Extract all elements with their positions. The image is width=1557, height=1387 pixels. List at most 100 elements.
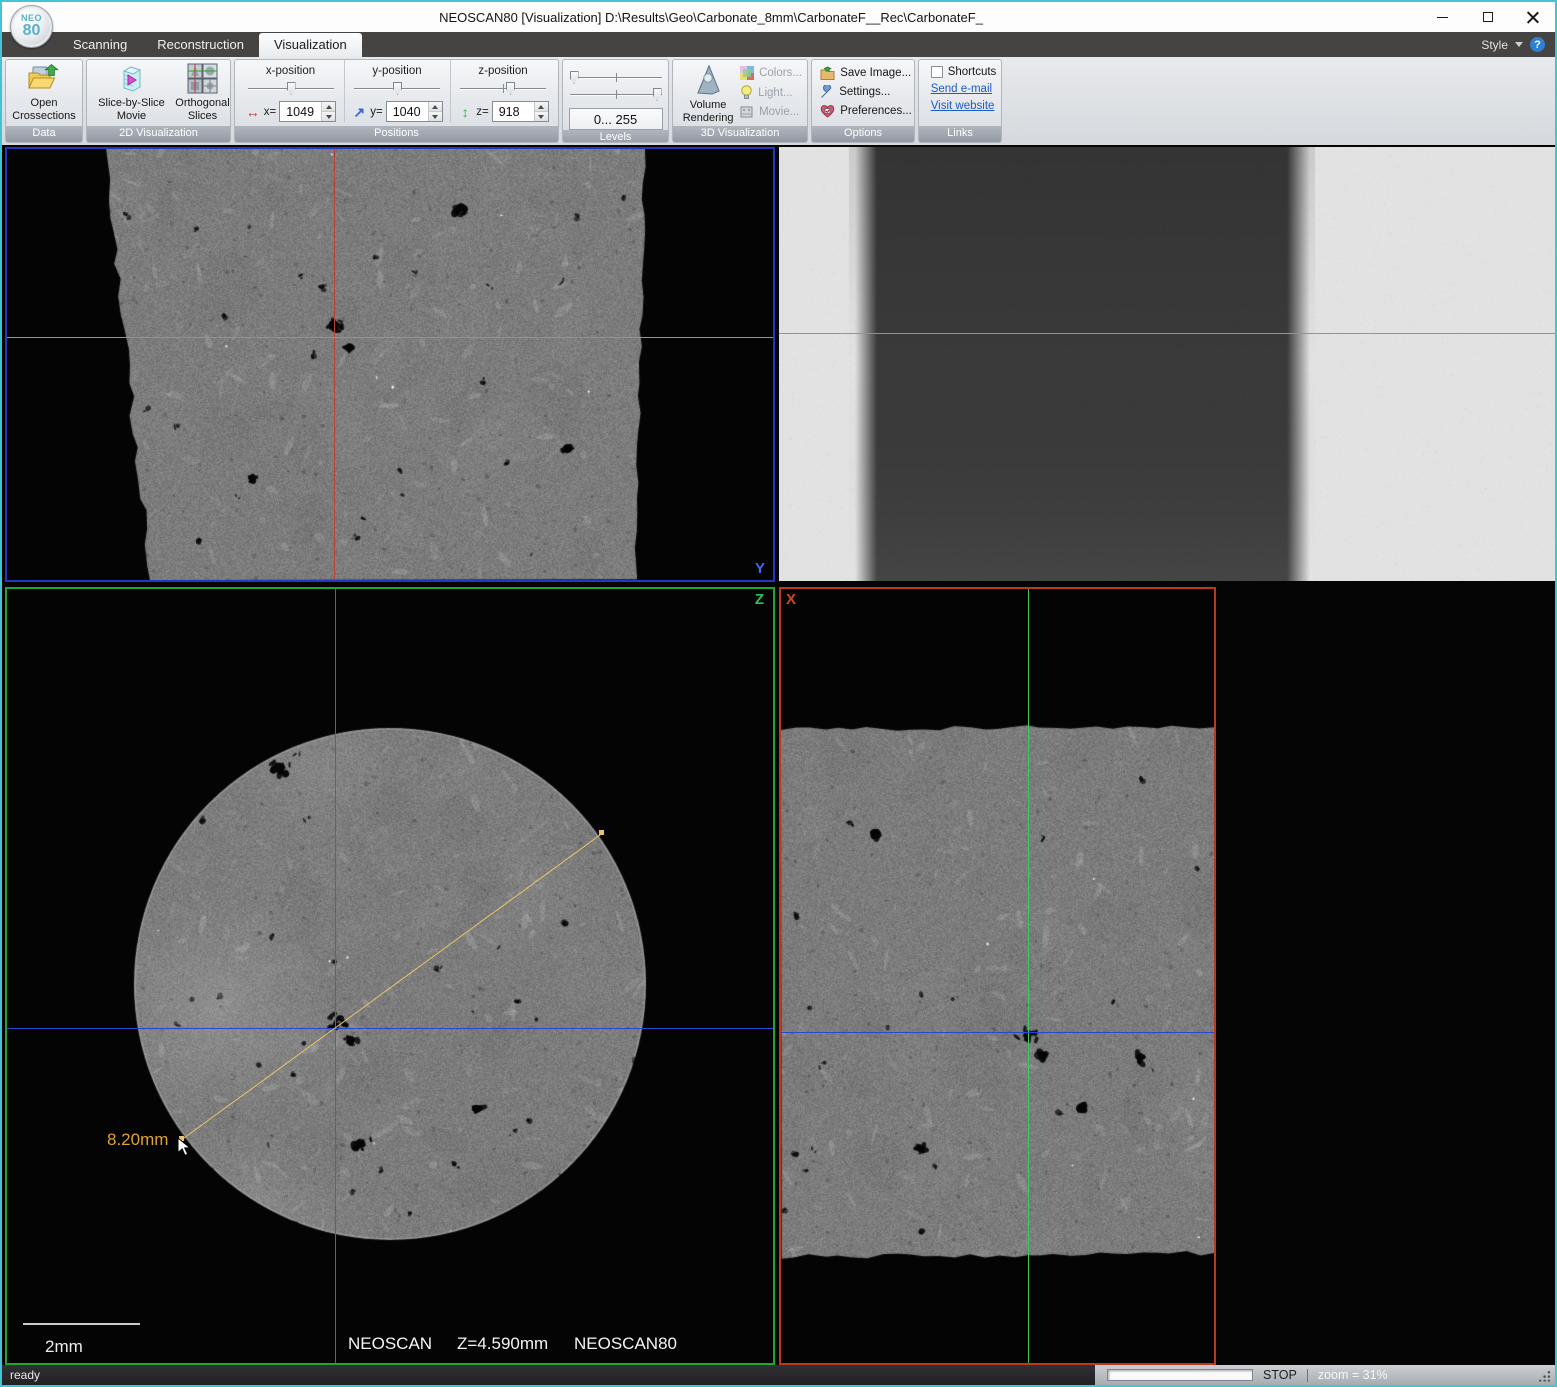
scale-bar-label: 2mm	[45, 1337, 83, 1357]
movie-button[interactable]: Movie...	[740, 105, 802, 119]
x-spin-down-button[interactable]	[322, 111, 335, 121]
x-value-input[interactable]: 1049	[279, 101, 336, 122]
save-image-icon	[820, 66, 835, 80]
stop-button[interactable]: STOP	[1263, 1368, 1297, 1382]
viewport-z: 8.20mm 2mm NEOSCAN Z=4.590mm NEOSCAN80 Z	[5, 587, 775, 1365]
levels-low-slider[interactable]	[570, 70, 662, 85]
xy-crosshair-vertical-red[interactable]	[334, 149, 335, 580]
measurement-label: 8.20mm	[107, 1130, 168, 1150]
x-value[interactable]: 1049	[280, 102, 321, 121]
spin-down-icon	[326, 115, 332, 119]
x-crosshair-vertical-green[interactable]	[1028, 589, 1029, 1363]
viewport-z-canvas[interactable]	[7, 589, 773, 1363]
viewport-x: X	[779, 587, 1216, 1365]
z-spin-down-button[interactable]	[535, 111, 548, 121]
y-spin-up-button[interactable]	[429, 102, 442, 111]
send-email-link[interactable]: Send e-mail	[931, 83, 992, 95]
tab-reconstruction[interactable]: Reconstruction	[142, 33, 259, 57]
slice-movie-icon	[115, 63, 149, 95]
z-position-slider[interactable]	[460, 81, 546, 96]
spin-down-icon	[538, 115, 544, 119]
ribbon-group-data: Open Crossections Data	[5, 59, 83, 143]
y-slider-thumb[interactable]	[393, 82, 402, 95]
group-caption-2d: 2D Visualization	[87, 126, 230, 142]
progress-bar	[1107, 1369, 1253, 1381]
group-caption-levels: Levels	[563, 130, 668, 143]
maximize-icon	[1483, 12, 1493, 22]
levels-high-slider[interactable]	[570, 87, 662, 102]
titlebar: NEOSCAN80 [Visualization] D:\Results\Geo…	[2, 2, 1555, 32]
z-slider-thumb[interactable]	[506, 82, 515, 95]
y-axis-arrow-icon: ↗	[351, 105, 367, 119]
settings-button[interactable]: Settings...	[820, 85, 890, 99]
tabstrip: Scanning Reconstruction Visualization St…	[2, 32, 1555, 57]
ribbon-group-2d: Slice-by-Slice Movie	[86, 59, 231, 143]
ribbon: Open Crossections Data Slice-by-Slice Mo…	[2, 57, 1555, 145]
footer-z-value: Z=4.590mm	[457, 1334, 548, 1354]
x-crosshair-horizontal-blue[interactable]	[781, 1032, 1214, 1033]
status-ready-label: ready	[2, 1365, 1095, 1385]
tab-scanning[interactable]: Scanning	[58, 33, 142, 57]
levels-range-box[interactable]: 0... 255	[569, 108, 663, 130]
y-value-input[interactable]: 1040	[386, 101, 443, 122]
z-equals-label: z=	[476, 106, 488, 118]
z-spin-up-button[interactable]	[535, 102, 548, 111]
resize-grip[interactable]	[1537, 1369, 1550, 1382]
x-slider-thumb[interactable]	[287, 82, 296, 95]
status-separator	[1307, 1369, 1308, 1382]
minimize-button[interactable]	[1420, 2, 1465, 32]
levels-high-thumb[interactable]	[653, 88, 662, 101]
movie-icon	[740, 105, 754, 119]
z-crosshair-horizontal-blue[interactable]	[7, 1028, 773, 1029]
viewport-projection-canvas[interactable]	[779, 147, 1555, 581]
open-folder-icon	[26, 63, 62, 95]
save-image-label: Save Image...	[840, 67, 911, 79]
volume-rendering-button[interactable]: Volume Rendering	[678, 60, 738, 125]
x-spin-up-button[interactable]	[322, 102, 335, 111]
preferences-button[interactable]: Preferences...	[820, 104, 912, 118]
xy-crosshair-horizontal-green[interactable]	[7, 337, 773, 338]
colors-label: Colors...	[759, 67, 802, 79]
slice-movie-button[interactable]: Slice-by-Slice Movie	[88, 60, 176, 123]
group-caption-options: Options	[812, 126, 914, 142]
statusbar: ready STOP zoom = 31%	[2, 1365, 1555, 1385]
app-logo-button[interactable]: NEO 80	[10, 5, 53, 48]
visit-website-link[interactable]: Visit website	[931, 100, 995, 112]
levels-low-thumb[interactable]	[570, 71, 579, 84]
z-value[interactable]: 918	[493, 102, 534, 121]
y-value[interactable]: 1040	[387, 102, 428, 121]
light-button[interactable]: Light...	[740, 85, 802, 100]
chevron-down-icon	[1515, 42, 1523, 47]
levels-high-tick	[616, 90, 617, 99]
shortcuts-checkbox[interactable]	[931, 66, 943, 78]
x-position-slider[interactable]	[248, 81, 334, 96]
preferences-label: Preferences...	[840, 105, 912, 117]
save-image-button[interactable]: Save Image...	[820, 66, 911, 80]
z-crosshair-vertical-red[interactable]	[335, 589, 336, 1363]
ribbon-group-positions: x-position ↔ x= 1049	[234, 59, 559, 143]
z-value-input[interactable]: 918	[492, 101, 549, 122]
close-icon	[1527, 11, 1539, 23]
shortcuts-label: Shortcuts	[948, 66, 997, 78]
maximize-button[interactable]	[1465, 2, 1510, 32]
projection-crosshair-horizontal-green[interactable]	[779, 333, 1555, 334]
close-button[interactable]	[1510, 2, 1555, 32]
spin-down-icon	[432, 115, 438, 119]
help-icon[interactable]: ?	[1530, 37, 1545, 52]
y-spin-down-button[interactable]	[429, 111, 442, 121]
style-dropdown[interactable]: Style	[1481, 38, 1508, 52]
viewport-projection	[779, 147, 1555, 581]
y-position-label: y-position	[372, 65, 421, 77]
ribbon-group-links: Shortcuts Send e-mail Visit website Link…	[918, 59, 1002, 143]
axis-label-x: X	[786, 592, 796, 607]
y-position-slider[interactable]	[354, 81, 440, 96]
open-crossections-button[interactable]: Open Crossections	[7, 60, 81, 123]
tab-visualization[interactable]: Visualization	[259, 33, 362, 57]
open-crossections-label: Open Crossections	[9, 97, 79, 123]
viewport-xy-canvas[interactable]	[7, 149, 773, 580]
ortho-slices-button[interactable]: Orthogonal Slices	[176, 60, 230, 123]
viewport-x-canvas[interactable]	[781, 589, 1214, 1363]
x-axis-arrow-icon: ↔	[245, 105, 261, 119]
measurement-endpoint-end[interactable]	[599, 830, 604, 835]
colors-button[interactable]: Colors...	[740, 66, 802, 80]
